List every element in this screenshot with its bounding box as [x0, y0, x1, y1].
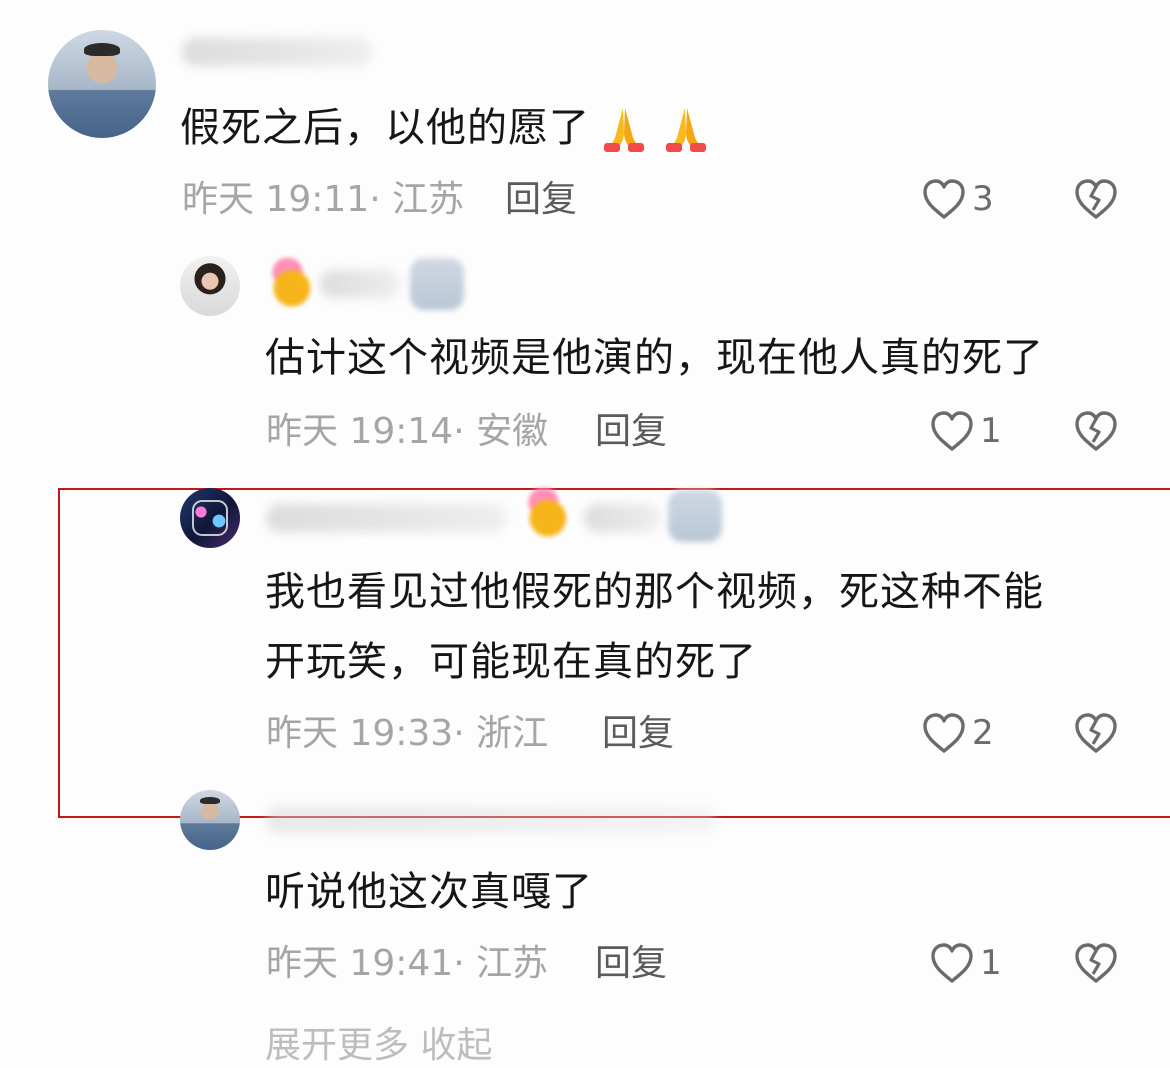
like-button[interactable]: 1 [928, 940, 1002, 986]
comment-text-line1: 我也看见过他假死的那个视频，死这种不能 [265, 569, 1044, 615]
like-button[interactable]: 1 [928, 408, 1002, 454]
comment-time: 昨天 19:41 [266, 943, 454, 984]
username-blurred[interactable] [266, 806, 716, 834]
avatar[interactable] [180, 790, 240, 850]
like-count: 3 [972, 179, 994, 219]
username-emoji-blurred [522, 488, 576, 540]
reply-button[interactable]: 回复 [505, 178, 577, 222]
comment-meta: 昨天 19:14· 安徽 [266, 410, 548, 454]
like-count: 1 [980, 411, 1002, 451]
comment-location: · 浙江 [453, 713, 549, 754]
like-count: 1 [980, 943, 1002, 983]
dislike-button[interactable] [1072, 710, 1120, 756]
reply-button[interactable]: 回复 [595, 942, 667, 986]
username-blurred[interactable] [320, 270, 400, 298]
username-blurred[interactable] [584, 504, 660, 532]
like-button[interactable]: 2 [920, 710, 994, 756]
comment-text: 估计这个视频是他演的，现在他人真的死了 [265, 335, 1044, 381]
avatar[interactable] [48, 30, 156, 138]
comment-location: · 江苏 [453, 943, 549, 984]
comment-text: 听说他这次真嘎了 [265, 869, 593, 915]
pray-emoji-icon [596, 98, 652, 154]
comment-time: 昨天 19:14 [266, 411, 454, 452]
pray-emoji-icon [658, 98, 714, 154]
heart-icon [928, 940, 976, 986]
comment-meta: 昨天 19:33· 浙江 [266, 712, 548, 756]
dislike-button[interactable] [1072, 408, 1120, 454]
badge-blurred [410, 258, 464, 310]
username-emoji-blurred [266, 258, 320, 310]
comment-text: 假死之后，以他的愿了 [180, 92, 714, 164]
comment-location: · 江苏 [369, 179, 465, 220]
dislike-button[interactable] [1072, 940, 1120, 986]
broken-heart-icon [1072, 176, 1120, 222]
like-button[interactable]: 3 [920, 176, 994, 222]
comment-time: 昨天 19:11 [182, 179, 370, 220]
heart-icon [928, 408, 976, 454]
broken-heart-icon [1072, 408, 1120, 454]
username-blurred[interactable] [266, 504, 506, 532]
comment-meta: 昨天 19:41· 江苏 [266, 942, 548, 986]
heart-icon [920, 710, 968, 756]
comment-time: 昨天 19:33 [266, 713, 454, 754]
comment-location: · 安徽 [453, 411, 549, 452]
heart-icon [920, 176, 968, 222]
broken-heart-icon [1072, 710, 1120, 756]
reply-button[interactable]: 回复 [602, 712, 674, 756]
badge-blurred [668, 490, 722, 542]
comment-text-line2: 开玩笑，可能现在真的死了 [265, 639, 757, 685]
avatar[interactable] [180, 256, 240, 316]
broken-heart-icon [1072, 940, 1120, 986]
username-blurred[interactable] [182, 38, 372, 66]
reply-button[interactable]: 回复 [595, 410, 667, 454]
like-count: 2 [972, 713, 994, 753]
avatar[interactable] [180, 488, 240, 548]
comment-meta: 昨天 19:11· 江苏 [182, 178, 464, 222]
dislike-button[interactable] [1072, 176, 1120, 222]
expand-collapse-hint[interactable]: 展开更多 收起 [265, 1016, 492, 1068]
